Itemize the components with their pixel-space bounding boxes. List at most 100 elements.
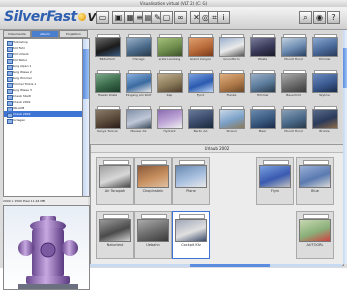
thumbnail-label: Kap <box>166 93 173 97</box>
tree-item-label: Himmel Türkis 1 <box>12 82 37 86</box>
thumbnail[interactable]: Mount Hood <box>280 106 307 136</box>
thumbnail-label: Bildschirm <box>99 57 116 61</box>
album-item[interactable]: Uebahn <box>134 211 172 259</box>
thumbnail[interactable]: Hawaii Küste <box>94 70 121 100</box>
album-item-label: Blue <box>311 189 319 193</box>
tree-item-label: Bild Urlaub <box>12 52 29 56</box>
album-item[interactable]: AUTOGRL <box>296 211 334 259</box>
tree-item-label: Vorlagen <box>12 118 26 122</box>
tab-album[interactable]: Album <box>31 30 59 38</box>
album-item-label: Chopinstein <box>142 189 164 193</box>
thumbnail-label: Hydrant <box>163 129 176 133</box>
hydrant-preview-image <box>18 216 78 289</box>
thumbnail[interactable]: Mount Hood <box>280 34 307 64</box>
thumbnail-label: Fjord <box>196 93 205 97</box>
album-item-label: Uebahn <box>146 243 160 247</box>
thumbnail-image <box>188 37 214 57</box>
thumbnail[interactable]: Himmel <box>311 34 338 64</box>
thumbnail-image <box>95 37 121 57</box>
thumbnail[interactable]: Grand Canyon <box>187 34 214 64</box>
thumbnail[interactable]: Bildschirm <box>94 34 121 64</box>
thumbnail-label: Himmel <box>256 93 269 97</box>
album-hscroll-thumb[interactable] <box>190 264 270 267</box>
thumbnail[interactable]: Kanye Toolcar <box>94 106 121 136</box>
tree-item-label: URLAUB <box>12 106 25 110</box>
album-item-label: Air Tonopah <box>104 189 126 193</box>
tree-scroll-thumb[interactable] <box>83 49 89 99</box>
thumbnail-image <box>219 109 245 129</box>
thumbnail-label: Brücke <box>319 129 330 133</box>
thumbnail[interactable]: Meer <box>249 106 276 136</box>
main-scroll-thumb[interactable] <box>343 48 347 88</box>
album-item-image <box>99 219 131 242</box>
album-title: Urlaub 2002 <box>91 145 343 153</box>
tab-projektion[interactable]: Projektion <box>59 30 88 38</box>
thumbnail-image <box>219 37 245 57</box>
silverfast-logo: SilverFastVLT <box>4 9 108 25</box>
thumbnail-label: Grundform <box>223 57 240 61</box>
album-item-label: Cockpit Kfz <box>181 243 201 247</box>
thumbnail-label: Berlin AA <box>193 129 208 133</box>
thumbnail[interactable]: Bauschild <box>280 70 307 100</box>
main-scrollbar[interactable] <box>343 30 347 264</box>
thumbnail-image <box>126 37 152 57</box>
album-item[interactable]: Flyin <box>256 157 294 205</box>
thumbnail-image <box>281 109 307 129</box>
thumbnail[interactable]: Hydrant <box>156 106 183 136</box>
album-item[interactable]: Chopinstein <box>134 157 172 205</box>
search-icon[interactable]: ⌕ <box>299 11 312 24</box>
album-item-image <box>299 219 331 242</box>
thumbnail-label: Mount Hood <box>284 129 303 133</box>
thumbnail[interactable]: erste Landung <box>156 34 183 64</box>
album-panel: Urlaub 2002 Air Tonopah Chopinstein Plane F… <box>90 144 344 266</box>
thumbnail-image <box>188 73 214 93</box>
app-window: Visualisation virtual (VLT 2) (C: G) Sil… <box>0 0 347 290</box>
tree-item[interactable]: Vorlagen <box>4 117 82 124</box>
thumbnail[interactable]: Wüste <box>249 34 276 64</box>
title-bar: Visualisation virtual (VLT 2) (C: G) <box>0 0 347 7</box>
thumbnail[interactable]: Kap <box>156 70 183 100</box>
thumbnail[interactable]: Flanke <box>218 70 245 100</box>
thumbnail[interactable]: Himmel <box>249 70 276 100</box>
thumbnail-label: Kanye Toolcar <box>97 129 118 133</box>
tree-scrollbar[interactable] <box>82 38 90 197</box>
settings-icon[interactable]: ◉ <box>313 11 326 24</box>
thumbnail[interactable]: Eingang am Wolf <box>125 70 152 100</box>
folder-icon <box>7 118 13 124</box>
thumbnail[interactable]: Fjord <box>187 70 214 100</box>
album-item[interactable]: Naturtest <box>96 211 134 259</box>
save-icon[interactable]: ▭ <box>96 11 109 24</box>
album-item-image <box>299 165 331 188</box>
thumbnail-label: Chicago <box>132 57 145 61</box>
thumbnail-image <box>188 109 214 129</box>
tree-item-label: Photoshop <box>12 40 28 44</box>
thumbnail-label: erste Landung <box>158 57 181 61</box>
tree-item-label: Berg Wiese 3 <box>12 88 32 92</box>
thumbnail-image <box>126 73 152 93</box>
album-item[interactable]: Cockpit Kfz <box>172 211 210 259</box>
thumbnail[interactable]: Chicago <box>125 34 152 64</box>
thumbnail[interactable]: Mauser AS <box>125 106 152 136</box>
thumbnail-image <box>281 37 307 57</box>
thumbnail[interactable]: Berlin AA <box>187 106 214 136</box>
sidebar-tabs: Dokumente Album Projektion <box>3 30 88 38</box>
album-hscrollbar[interactable] <box>90 264 342 267</box>
album-item[interactable]: Plane <box>172 157 210 205</box>
delete-icon[interactable]: ▢ <box>160 11 173 24</box>
help-icon[interactable]: ? <box>327 11 340 24</box>
thumbnail[interactable]: Skyline <box>311 70 338 100</box>
album-item[interactable]: Blue <box>296 157 334 205</box>
thumbnail[interactable]: Strand <box>218 106 245 136</box>
album-tree: Photoshop Bild Fahr Bild Urlaub Bild Natur B… <box>3 38 83 197</box>
thumbnail-image <box>126 109 152 129</box>
thumbnail[interactable]: Brücke <box>311 106 338 136</box>
tab-dokumente[interactable]: Dokumente <box>3 30 31 38</box>
info-icon[interactable]: i <box>217 11 230 24</box>
album-item-label: Naturtest <box>106 243 124 247</box>
binoculars-icon[interactable]: ∞ <box>174 11 187 24</box>
thumbnail-image <box>157 73 183 93</box>
thumbnail-image <box>312 37 338 57</box>
album-item[interactable]: Air Tonopah <box>96 157 134 205</box>
thumbnail[interactable]: Grundform <box>218 34 245 64</box>
thumbnail-label: Mount Hood <box>284 57 303 61</box>
